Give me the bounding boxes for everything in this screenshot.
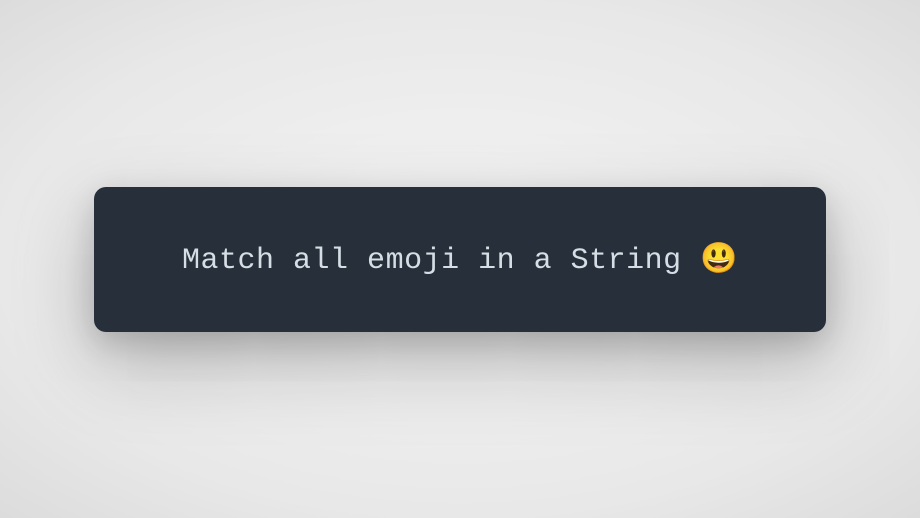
code-card: Match all emoji in a String 😃	[94, 187, 826, 332]
card-text: Match all emoji in a String 😃	[182, 241, 738, 278]
